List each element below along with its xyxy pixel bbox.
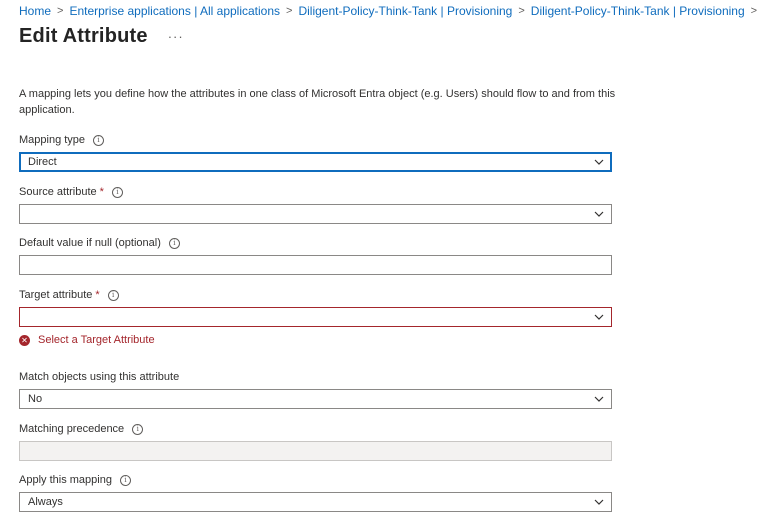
chevron-right-icon: > [518, 5, 525, 17]
description-text: A mapping lets you define how the attrib… [19, 88, 616, 116]
source-attribute-field: Source attribute * i [19, 185, 612, 224]
target-attribute-label: Target attribute [19, 289, 93, 301]
source-attribute-label: Source attribute [19, 186, 97, 198]
target-attribute-error: ✕ Select a Target Attribute [19, 334, 612, 346]
match-objects-field: Match objects using this attribute No [19, 370, 612, 409]
default-value-field: Default value if null (optional) i [19, 236, 612, 275]
info-icon[interactable]: i [111, 186, 123, 198]
matching-precedence-input [19, 441, 612, 461]
info-icon[interactable]: i [107, 289, 119, 301]
target-attribute-dropdown[interactable] [19, 307, 612, 327]
title-row: Edit Attribute ··· [19, 25, 184, 48]
info-icon[interactable]: i [168, 237, 180, 249]
breadcrumb: Home > Enterprise applications | All app… [19, 4, 763, 18]
error-circle-icon: ✕ [19, 334, 30, 346]
chevron-down-icon [594, 499, 604, 505]
page-title: Edit Attribute [19, 25, 148, 47]
match-objects-dropdown[interactable]: No [19, 389, 612, 409]
source-attribute-dropdown[interactable] [19, 204, 612, 224]
breadcrumb-home[interactable]: Home [19, 4, 51, 18]
match-objects-label: Match objects using this attribute [19, 371, 180, 383]
apply-mapping-value: Always [28, 496, 63, 508]
default-value-input[interactable] [19, 255, 612, 275]
apply-mapping-dropdown[interactable]: Always [19, 492, 612, 512]
apply-mapping-label: Apply this mapping [19, 474, 112, 486]
mapping-type-label: Mapping type [19, 134, 86, 146]
target-attribute-field: Target attribute * i ✕ Select a Target A… [19, 288, 612, 346]
chevron-right-icon: > [750, 5, 758, 17]
chevron-down-icon [594, 159, 604, 165]
chevron-down-icon [594, 396, 604, 402]
edit-attribute-page: Home > Enterprise applications | All app… [0, 0, 776, 527]
chevron-right-icon: > [286, 5, 293, 17]
chevron-down-icon [594, 211, 604, 217]
required-indicator: * [99, 186, 104, 198]
more-options-button[interactable]: ··· [168, 29, 184, 44]
matching-precedence-label: Matching precedence [19, 423, 125, 435]
mapping-type-value: Direct [28, 156, 57, 168]
breadcrumb-enterprise-applications[interactable]: Enterprise applications | All applicatio… [69, 4, 280, 18]
info-icon[interactable]: i [93, 134, 105, 146]
mapping-type-field: Mapping type i Direct [19, 133, 612, 172]
info-icon[interactable]: i [132, 423, 144, 435]
required-indicator: * [95, 289, 100, 301]
chevron-down-icon [594, 314, 604, 320]
chevron-right-icon: > [57, 5, 64, 17]
breadcrumb-provisioning-2[interactable]: Diligent-Policy-Think-Tank | Provisionin… [531, 4, 745, 18]
default-value-label: Default value if null (optional) [19, 237, 161, 249]
match-objects-value: No [28, 393, 43, 405]
matching-precedence-field: Matching precedence i [19, 422, 612, 461]
mapping-type-dropdown[interactable]: Direct [19, 152, 612, 172]
breadcrumb-provisioning[interactable]: Diligent-Policy-Think-Tank | Provisionin… [298, 4, 512, 18]
apply-mapping-field: Apply this mapping i Always [19, 473, 612, 512]
error-message: Select a Target Attribute [38, 334, 155, 346]
info-icon[interactable]: i [119, 474, 131, 486]
